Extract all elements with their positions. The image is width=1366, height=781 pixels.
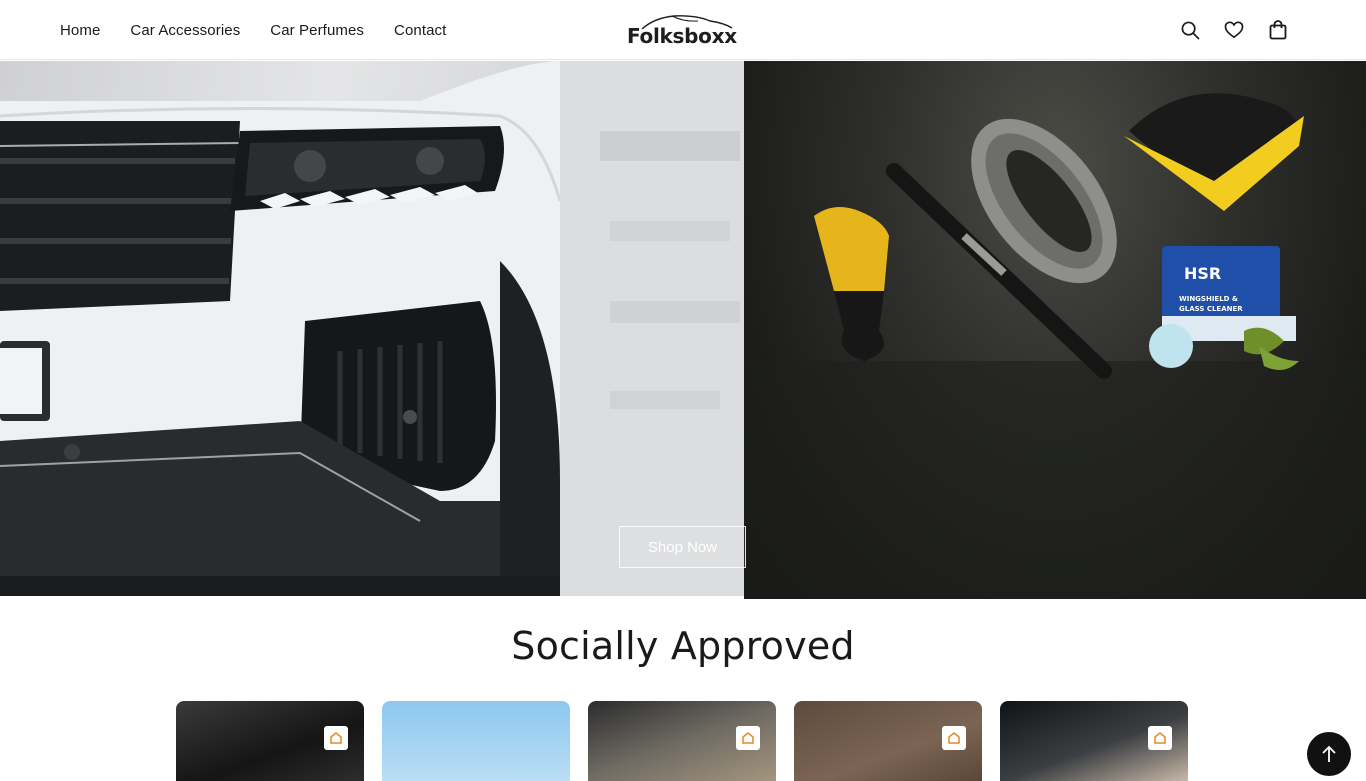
- brand-badge-icon: [324, 726, 348, 750]
- svg-text:WINGSHIELD &: WINGSHIELD &: [1179, 295, 1238, 303]
- hero-products-image: HSR WINGSHIELD & GLASS CLEANER: [744, 61, 1366, 599]
- arrow-up-icon: [1322, 745, 1336, 762]
- hsr-label: HSR: [1184, 264, 1221, 283]
- svg-text:GLASS CLEANER: GLASS CLEANER: [1179, 305, 1243, 313]
- socially-approved-title: Socially Approved: [511, 624, 855, 668]
- header-icons: [1180, 0, 1288, 60]
- heart-icon[interactable]: [1224, 20, 1244, 40]
- social-card[interactable]: [1000, 701, 1188, 781]
- nav-home[interactable]: Home: [60, 22, 100, 39]
- brand-badge-icon: [736, 726, 760, 750]
- nav-car-accessories[interactable]: Car Accessories: [130, 22, 240, 39]
- logo-text: Folksboxx: [627, 24, 737, 48]
- site-header: Home Car Accessories Car Perfumes Contac…: [0, 0, 1366, 60]
- bag-icon[interactable]: [1268, 20, 1288, 40]
- social-card[interactable]: [382, 701, 570, 781]
- social-cards: [176, 701, 1188, 781]
- brand-badge-icon: [942, 726, 966, 750]
- social-card[interactable]: [794, 701, 982, 781]
- shop-now-button[interactable]: Shop Now: [619, 526, 746, 568]
- back-to-top-button[interactable]: [1307, 732, 1351, 776]
- site-logo[interactable]: Folksboxx: [624, 12, 744, 50]
- nav-car-perfumes[interactable]: Car Perfumes: [270, 22, 364, 39]
- search-icon[interactable]: [1180, 20, 1200, 40]
- social-card[interactable]: [176, 701, 364, 781]
- hero-car-image: [0, 61, 744, 596]
- nav-contact[interactable]: Contact: [394, 22, 446, 39]
- brand-badge-icon: [1148, 726, 1172, 750]
- social-card[interactable]: [588, 701, 776, 781]
- hero-banner: HSR WINGSHIELD & GLASS CLEANER Shop Now: [0, 61, 1366, 599]
- main-nav: Home Car Accessories Car Perfumes Contac…: [60, 0, 446, 60]
